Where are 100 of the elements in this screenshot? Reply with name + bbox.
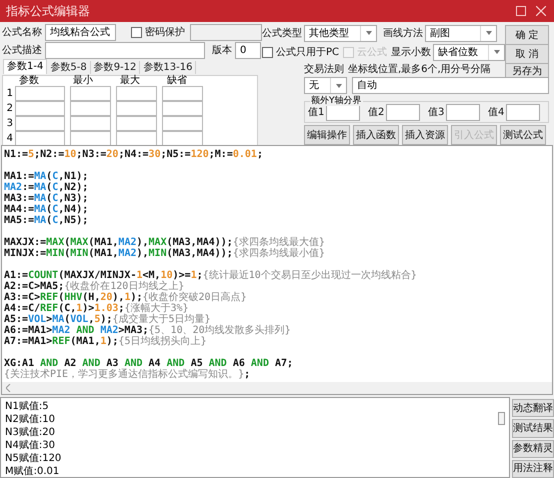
code-line: A5:=VOL>MA(VOL,5);{成交量大于5日均量} xyxy=(4,314,210,325)
value-field[interactable] xyxy=(506,104,540,121)
parameter-field[interactable] xyxy=(116,86,157,101)
maximize-icon[interactable] xyxy=(516,6,526,16)
parameter-field[interactable] xyxy=(70,86,111,101)
version-field[interactable]: 0 xyxy=(235,42,261,59)
column-header: 最小 xyxy=(73,76,94,86)
parameter-field[interactable] xyxy=(15,131,65,146)
parameter-field[interactable] xyxy=(15,86,65,101)
field-label: 显示小数 xyxy=(391,46,432,60)
button[interactable]: 测试公式 xyxy=(500,125,546,145)
value-field[interactable] xyxy=(446,104,480,121)
parameter-field[interactable] xyxy=(116,116,157,131)
horizontal-scrollbar[interactable] xyxy=(2,382,552,394)
field-label: 公式名称 xyxy=(2,26,42,40)
code-line: A4:=C/REF(C,1)>1.03;{涨幅大于3%} xyxy=(4,303,189,314)
button[interactable]: 动态翻译 xyxy=(512,399,554,418)
checkbox-label: 云公式 xyxy=(357,46,388,60)
field-label: 值4 xyxy=(488,106,504,120)
parameter-field[interactable] xyxy=(15,101,65,116)
parameter-field[interactable] xyxy=(162,101,203,116)
column-header: 缺省 xyxy=(167,76,188,86)
button[interactable]: 测试结果 xyxy=(512,419,554,438)
code-line: A3:=C>REF(HHV(H,20),1);{收盘价突破20日高点} xyxy=(4,292,247,303)
code-line: MA5:=MA(C,N5); xyxy=(4,215,88,226)
field-label: 值2 xyxy=(368,106,384,120)
output-line: N3赋值:20 xyxy=(5,426,55,439)
parameter-field[interactable] xyxy=(15,116,65,131)
parameter-field[interactable] xyxy=(162,86,203,101)
code-line: MA2:=MA(C,N2); xyxy=(4,182,88,193)
parameter-field[interactable] xyxy=(162,131,203,146)
type-dropdown[interactable]: 其他类型 xyxy=(304,24,377,42)
dropdown-arrow-icon xyxy=(486,31,492,35)
tab[interactable]: 参数13-16 xyxy=(140,61,196,74)
description-field[interactable] xyxy=(45,42,205,59)
checkbox[interactable] xyxy=(262,46,273,58)
code-line: MA3:=MA(C,N3); xyxy=(4,193,88,204)
close-icon[interactable] xyxy=(536,6,546,16)
code-line: XG:A1 AND A2 AND A3 AND A4 AND A5 AND A6 AND A7; xyxy=(4,358,294,369)
code-line: MAXJX:=MAX(MAX(MA1,MA2),MAX(MA3,MA4));{求四条均线最大值} xyxy=(4,237,325,248)
parameter-field[interactable] xyxy=(70,101,111,116)
code-line: MA1:=MA(C,N1); xyxy=(4,171,88,182)
row-number: 2 xyxy=(6,102,14,116)
output-line: N4赋值:30 xyxy=(5,439,55,452)
row-number: 3 xyxy=(6,117,14,131)
axis-field[interactable]: 自动 xyxy=(352,77,550,94)
field-label: 公式描述 xyxy=(2,44,42,58)
output-line: M赋值:0.01 xyxy=(5,465,60,478)
code-line: A1:=COUNT(MAXJX/MINJX-1<M,10)>=1;{统计最近10个交易日至少出现过一次均线粘合} xyxy=(4,270,417,281)
button[interactable]: 参数精灵 xyxy=(512,440,554,458)
parameter-field[interactable] xyxy=(116,131,157,146)
code-line: MINJX:=MIN(MIN(MA1,MA2),MIN(MA3,MA4));{求四条均线最小值} xyxy=(4,248,325,259)
checkbox-label: 公式只用于PC xyxy=(276,46,340,60)
code-line: {关注技术PIE，学习更多通达信指标公式编写知识。}; xyxy=(4,369,250,380)
checkbox[interactable] xyxy=(131,27,142,38)
password-field[interactable] xyxy=(190,24,262,41)
code-line: A2:=C>MA5;{收盘价在120日均线之上} xyxy=(4,281,184,292)
output-line: N2赋值:10 xyxy=(5,413,55,426)
draw-dropdown[interactable]: 副图 xyxy=(425,24,497,42)
scroll-left-icon[interactable] xyxy=(6,384,11,392)
dropdown-arrow-icon xyxy=(336,84,342,88)
code-line: A6:=MA1>MA2 AND MA2>MA3;{5、10、20均线发散多头排列} xyxy=(4,325,291,336)
button[interactable]: 编辑操作 xyxy=(304,125,350,145)
code-editor[interactable] xyxy=(1,145,553,395)
scrollbar-thumb[interactable] xyxy=(498,412,505,425)
parameter-field[interactable] xyxy=(70,116,111,131)
column-header: 最大 xyxy=(120,76,141,86)
button[interactable]: 确 定 xyxy=(505,25,550,46)
checkbox-label: 密码保护 xyxy=(145,26,185,40)
code-line: A7:=MA1>REF(MA1,1);{5日均线拐头向上} xyxy=(4,336,206,347)
field-label: 值3 xyxy=(428,106,444,120)
button[interactable]: 插入资源 xyxy=(402,125,448,145)
tab[interactable]: 参数1-4 xyxy=(3,59,48,74)
field-label: 版本 xyxy=(212,44,232,58)
output-line: N5赋值:120 xyxy=(5,452,62,465)
rule-dropdown[interactable]: 无 xyxy=(304,77,347,94)
button[interactable]: 插入函数 xyxy=(353,125,399,145)
tab[interactable]: 参数9-12 xyxy=(90,61,140,74)
parameter-field[interactable] xyxy=(70,131,111,146)
name-field[interactable]: 均线粘合公式 xyxy=(45,24,116,41)
field-label: 公式类型 xyxy=(262,26,302,40)
parameter-field[interactable] xyxy=(162,116,203,131)
row-number: 4 xyxy=(6,132,14,146)
parameter-field[interactable] xyxy=(116,101,157,116)
tab[interactable]: 参数5-8 xyxy=(47,61,91,74)
field-label: 画线方法 xyxy=(383,26,423,40)
value-field[interactable] xyxy=(386,104,420,121)
button[interactable]: 取 消 xyxy=(505,44,550,64)
field-label: 坐标线位置,最多6个,用分号分隔 xyxy=(348,62,491,76)
field-label: 值1 xyxy=(308,106,324,120)
dropdown-arrow-icon xyxy=(494,50,500,54)
window-title: 指标公式编辑器 xyxy=(6,3,91,20)
decimals-dropdown[interactable]: 缺省位数 xyxy=(433,44,506,60)
code-line: MA4:=MA(C,N4); xyxy=(4,204,88,215)
row-number: 1 xyxy=(6,87,14,101)
dropdown-arrow-icon xyxy=(366,31,372,35)
field-label: 交易法则 xyxy=(304,62,344,76)
group-title: 额外Y轴分界 xyxy=(310,96,362,106)
button[interactable]: 用法注释 xyxy=(512,460,554,478)
column-header: 参数 xyxy=(19,76,40,86)
